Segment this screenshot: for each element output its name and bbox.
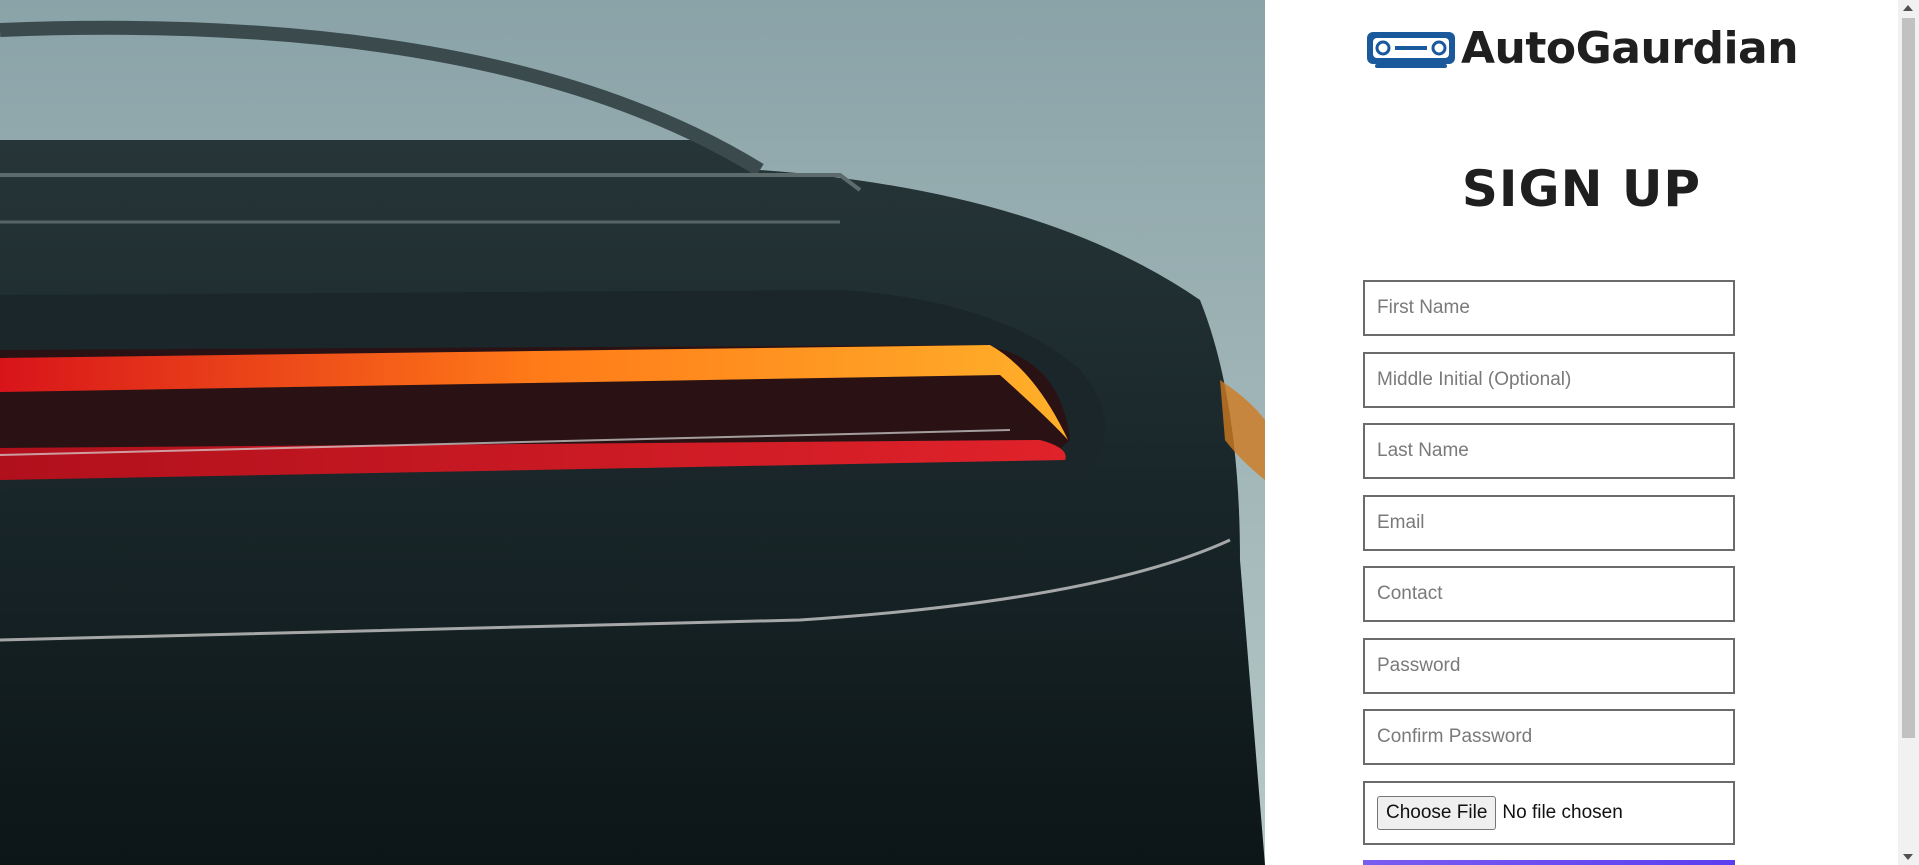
brand-logo[interactable]: AutoGaurdian: [1365, 20, 1799, 76]
page-title: SIGN UP: [1461, 160, 1702, 218]
password-input[interactable]: [1363, 638, 1735, 694]
file-status-text: No file chosen: [1502, 802, 1623, 823]
brand-name: AutoGaurdian: [1461, 22, 1799, 74]
scroll-down-icon[interactable]: [1903, 854, 1913, 860]
submit-button[interactable]: [1363, 860, 1735, 865]
signup-panel: AutoGaurdian SIGN UP Choose File No file…: [1265, 0, 1898, 865]
file-upload-field[interactable]: Choose File No file chosen: [1363, 781, 1735, 845]
first-name-input[interactable]: [1363, 280, 1735, 336]
confirm-password-input[interactable]: [1363, 709, 1735, 765]
middle-initial-input[interactable]: [1363, 352, 1735, 408]
page-scrollbar[interactable]: [1898, 0, 1919, 865]
car-taillight-illustration: [0, 0, 1265, 865]
email-input[interactable]: [1363, 495, 1735, 551]
contact-input[interactable]: [1363, 566, 1735, 622]
choose-file-button[interactable]: Choose File: [1377, 796, 1497, 830]
last-name-input[interactable]: [1363, 423, 1735, 479]
scroll-thumb[interactable]: [1902, 18, 1915, 738]
car-front-icon: [1367, 32, 1455, 68]
hero-image: [0, 0, 1265, 865]
scroll-up-icon[interactable]: [1903, 5, 1913, 11]
